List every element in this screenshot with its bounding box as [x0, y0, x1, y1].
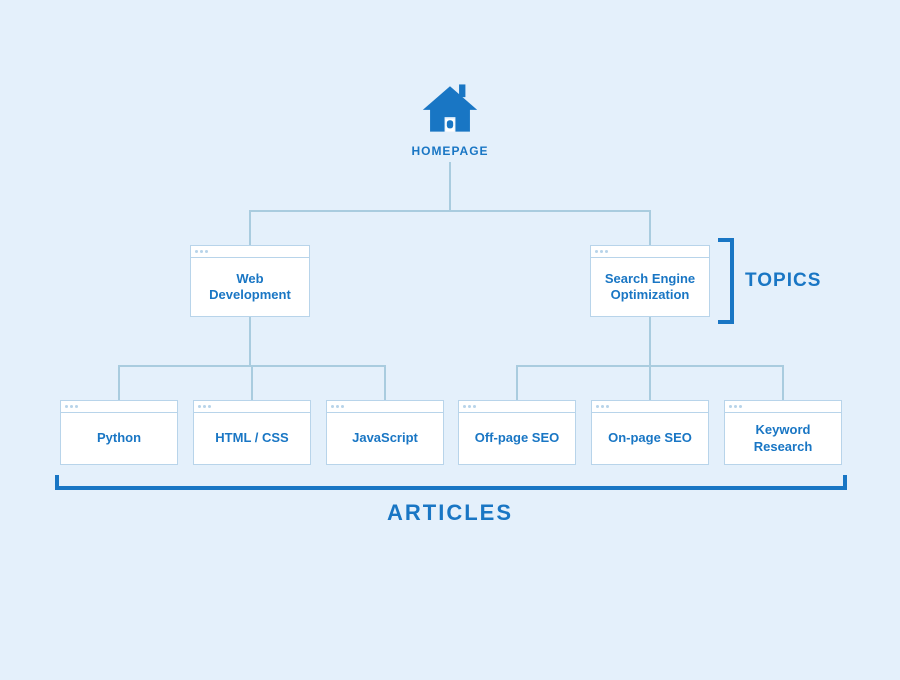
- homepage-label: HOMEPAGE: [400, 144, 500, 158]
- article-box-onpage-seo: On-page SEO: [591, 400, 709, 465]
- topics-bracket: [718, 238, 734, 324]
- window-titlebar: [194, 401, 310, 413]
- article-box-html-css: HTML / CSS: [193, 400, 311, 465]
- window-titlebar: [592, 401, 708, 413]
- connector: [449, 162, 451, 212]
- connector: [118, 365, 120, 400]
- connector: [249, 317, 251, 365]
- topic-label: Search Engine Optimization: [591, 258, 709, 316]
- connector: [649, 365, 651, 400]
- article-label: Keyword Research: [725, 413, 841, 464]
- article-label: Python: [61, 413, 177, 464]
- window-titlebar: [459, 401, 575, 413]
- connector: [782, 365, 784, 400]
- window-titlebar: [191, 246, 309, 258]
- window-titlebar: [591, 246, 709, 258]
- window-titlebar: [61, 401, 177, 413]
- connector: [516, 365, 518, 400]
- connector: [251, 365, 253, 400]
- topics-section-label: TOPICS: [745, 270, 821, 292]
- articles-section-label: ARTICLES: [0, 500, 900, 526]
- article-label: JavaScript: [327, 413, 443, 464]
- article-box-javascript: JavaScript: [326, 400, 444, 465]
- site-hierarchy-diagram: HOMEPAGE Web Development Search Engine O…: [0, 0, 900, 680]
- connector: [649, 317, 651, 365]
- window-titlebar: [327, 401, 443, 413]
- article-box-offpage-seo: Off-page SEO: [458, 400, 576, 465]
- window-titlebar: [725, 401, 841, 413]
- topic-label: Web Development: [191, 258, 309, 316]
- topic-box-seo: Search Engine Optimization: [590, 245, 710, 317]
- house-icon: [421, 82, 479, 134]
- connector: [649, 210, 651, 245]
- article-box-python: Python: [60, 400, 178, 465]
- connector: [249, 210, 251, 245]
- article-label: Off-page SEO: [459, 413, 575, 464]
- article-box-keyword-research: Keyword Research: [724, 400, 842, 465]
- article-label: On-page SEO: [592, 413, 708, 464]
- article-label: HTML / CSS: [194, 413, 310, 464]
- connector: [249, 210, 651, 212]
- articles-bracket: [55, 475, 847, 490]
- topic-box-web-development: Web Development: [190, 245, 310, 317]
- connector: [384, 365, 386, 400]
